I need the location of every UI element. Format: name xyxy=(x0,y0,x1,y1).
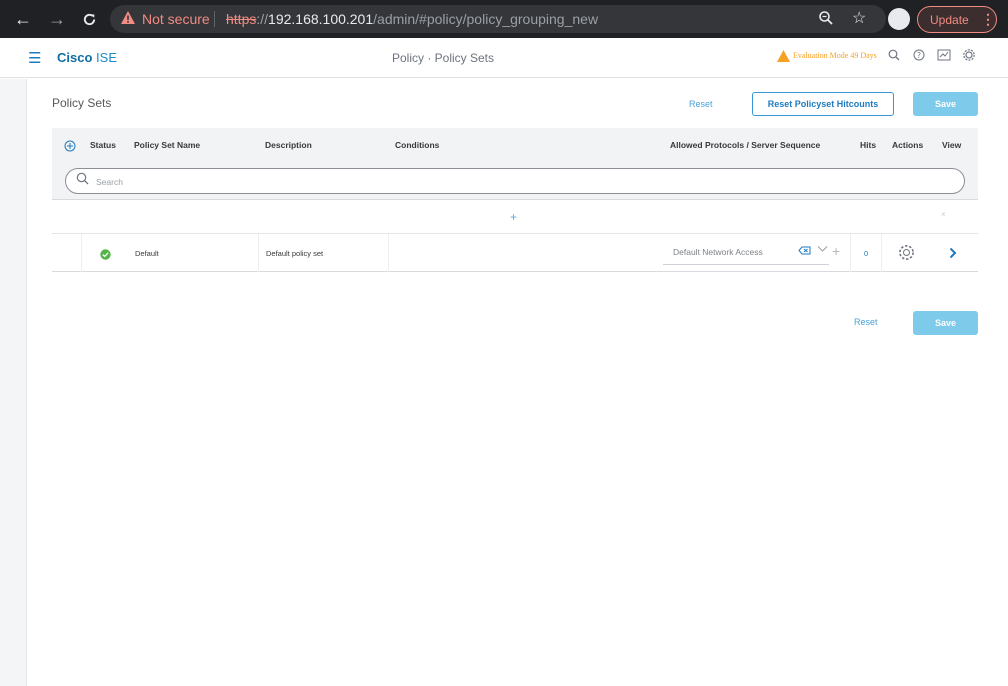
security-label[interactable]: Not secure xyxy=(142,11,210,27)
kebab-menu-icon: ⋮ xyxy=(981,11,995,27)
clear-selection-icon[interactable] xyxy=(798,246,811,257)
chevron-down-icon[interactable] xyxy=(817,245,828,256)
table-row[interactable]: Default Default policy set Default Netwo… xyxy=(52,234,978,272)
url-separator: :// xyxy=(256,11,269,27)
top-navigation: ☰ Cisco ISE Policy · Policy Sets Evaluat… xyxy=(0,38,1008,78)
reload-icon[interactable] xyxy=(78,8,100,30)
settings-gear-icon[interactable] xyxy=(963,49,975,64)
address-bar[interactable]: Not secure https://192.168.100.201/admin… xyxy=(110,5,886,33)
conditions-cell[interactable] xyxy=(389,234,655,272)
avatar[interactable] xyxy=(888,8,910,30)
column-header-status[interactable]: Status xyxy=(90,140,116,150)
search-placeholder: Search xyxy=(96,177,123,187)
zoom-icon[interactable] xyxy=(818,10,834,29)
search-magnifier-icon xyxy=(76,172,89,188)
column-header-actions: Actions xyxy=(892,140,924,150)
url-text[interactable]: https://192.168.100.201/admin/#policy/po… xyxy=(226,11,598,27)
row-close-icon: × xyxy=(941,210,946,219)
reset-button-bottom[interactable]: Reset xyxy=(854,317,878,327)
search-icon[interactable] xyxy=(888,49,900,64)
description-cell[interactable]: Default policy set xyxy=(258,234,389,272)
browser-toolbar: ← → Not secure https://192.168.100.201/a… xyxy=(0,0,1008,38)
forward-arrow-icon[interactable]: → xyxy=(46,8,68,30)
reset-button-top[interactable]: Reset xyxy=(689,99,713,109)
add-server-sequence-icon[interactable]: + xyxy=(832,243,840,259)
allowed-protocols-select[interactable]: Default Network Access xyxy=(663,241,829,265)
actions-gear-icon[interactable] xyxy=(898,244,915,266)
column-header-hits[interactable]: Hits xyxy=(860,140,876,150)
hits-value: 0 xyxy=(864,249,869,258)
page-breadcrumb-title: Policy · Policy Sets xyxy=(391,51,495,65)
svg-text:?: ? xyxy=(917,51,921,60)
column-header-description[interactable]: Description xyxy=(265,140,312,150)
policy-set-description: Default policy set xyxy=(266,249,324,258)
insert-row-plus-icon[interactable]: + xyxy=(510,210,517,224)
omnibox-divider xyxy=(214,11,215,27)
hits-cell: 0 xyxy=(850,234,882,272)
status-enabled-icon[interactable] xyxy=(100,247,111,265)
column-header-conditions[interactable]: Conditions xyxy=(395,140,439,150)
update-button[interactable]: Update ⋮ xyxy=(917,6,997,33)
table-search-row: Search xyxy=(52,162,978,200)
url-path: /admin/#policy/policy_grouping_new xyxy=(373,11,599,27)
view-chevron-right-icon[interactable] xyxy=(949,246,957,264)
update-label: Update xyxy=(930,13,969,27)
url-scheme: https xyxy=(226,11,257,27)
evaluation-warning-icon xyxy=(777,49,790,67)
help-icon[interactable]: ? xyxy=(913,49,925,64)
column-header-view: View xyxy=(942,140,962,150)
allowed-protocols-value: Default Network Access xyxy=(673,247,763,257)
column-header-allowed-protocols[interactable]: Allowed Protocols / Server Sequence xyxy=(670,140,820,150)
app-page: ☰ Cisco ISE Policy · Policy Sets Evaluat… xyxy=(0,38,1008,686)
evaluation-mode-label[interactable]: Evaluation Mode 49 Days xyxy=(793,51,877,60)
back-arrow-icon[interactable]: ← xyxy=(12,8,34,30)
add-policy-set-icon[interactable] xyxy=(64,139,76,157)
drag-handle-cell[interactable] xyxy=(52,234,82,272)
url-host: 192.168.100.201 xyxy=(268,11,374,27)
save-button-top[interactable]: Save xyxy=(913,92,978,116)
section-title: Policy Sets xyxy=(52,96,112,110)
table-header: Status Policy Set Name Description Condi… xyxy=(52,128,978,162)
left-rail xyxy=(0,79,27,686)
warning-icon xyxy=(120,10,136,31)
bookmark-star-icon[interactable]: ☆ xyxy=(852,8,866,28)
column-header-policy-set-name[interactable]: Policy Set Name xyxy=(134,140,200,150)
policy-set-name[interactable]: Default xyxy=(135,249,159,258)
add-row: + × xyxy=(52,203,978,234)
save-button-bottom[interactable]: Save xyxy=(913,311,978,335)
reset-hitcounts-button[interactable]: Reset Policyset Hitcounts xyxy=(752,92,894,116)
search-input[interactable]: Search xyxy=(65,168,965,194)
dashboard-icon[interactable] xyxy=(937,49,951,64)
